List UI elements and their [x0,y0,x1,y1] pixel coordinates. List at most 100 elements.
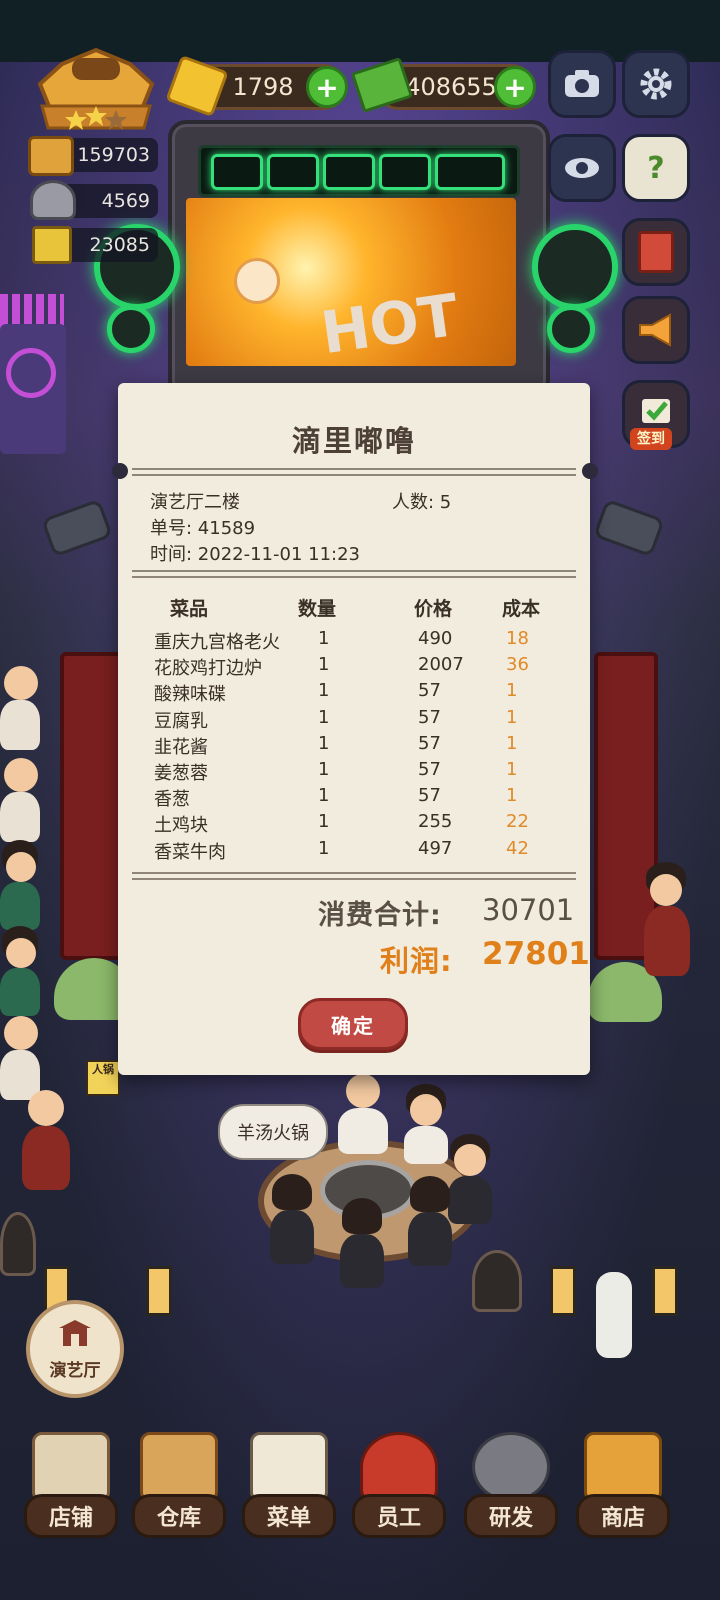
customer[interactable] [0,752,40,842]
item-cost: 1 [506,680,518,701]
item-price: 497 [418,838,453,859]
customer[interactable] [268,1174,316,1264]
customer[interactable] [406,1176,454,1266]
location-label: 演艺厅二楼 [150,492,240,513]
receipt-item-row: 姜葱蓉 1 57 1 [150,759,550,785]
customer[interactable] [0,926,40,1016]
ticket-icon [32,226,72,264]
led-counter [198,145,520,197]
item-price: 57 [418,733,441,754]
lamp [652,1266,678,1316]
guest-count-value: 5 [439,492,452,513]
help-book-button[interactable]: ? [622,134,690,202]
settings-button[interactable] [622,50,690,118]
customer[interactable] [0,660,40,750]
receipt-item-row: 土鸡块 1 255 22 [150,811,550,837]
receipt-item-row: 韭花酱 1 57 1 [150,733,550,759]
chef-rank-badge[interactable] [32,44,160,134]
item-cost: 1 [506,733,518,754]
question-book-icon: ? [647,150,665,186]
item-qty: 1 [318,838,330,859]
item-price: 57 [418,680,441,701]
item-name: 重庆九宫格老火 [154,632,280,653]
receipt-notch [112,463,128,479]
nav-warehouse[interactable]: 仓库 [128,1428,226,1538]
led-digit [379,154,431,190]
nav-label: 仓库 [132,1494,226,1538]
storefront-icon [32,1432,110,1502]
add-cash-button[interactable]: + [494,66,536,108]
item-cost: 1 [506,759,518,780]
item-price: 57 [418,707,441,728]
add-gems-button[interactable]: + [306,66,348,108]
led-digit [435,154,505,190]
clipboard-icon [250,1432,328,1502]
speech-bubble: 羊汤火锅 [218,1104,328,1160]
receipt-item-row: 重庆九宫格老火 1 490 18 [150,628,550,654]
location-button[interactable] [26,1300,124,1398]
play-screen-left [0,324,66,454]
order-number-value: 41589 [197,518,256,539]
nav-shop[interactable]: 店铺 [20,1428,118,1538]
column-header-qty: 数量 [298,598,337,620]
item-price: 2007 [418,654,464,675]
recipe-book-button[interactable] [622,218,690,286]
nav-label: 员工 [352,1494,446,1538]
item-cost: 1 [506,785,518,806]
chef-icon [360,1432,438,1502]
customer[interactable] [0,840,40,930]
order-time-value: 2022-11-01 11:23 [197,544,360,565]
waiter[interactable] [16,1090,74,1190]
item-price: 255 [418,811,453,832]
cash-counter[interactable]: 408655 + [350,56,536,114]
receipt-title: 滴里嘟噜 [291,424,416,458]
nav-menu[interactable]: 菜单 [238,1428,336,1538]
order-number: 单号: 41589 [150,518,256,539]
confirm-button[interactable]: 确定 [298,998,408,1050]
order-time: 时间: 2022-11-01 11:23 [150,544,360,565]
total-label: 消费合计: [318,900,442,931]
sign-in-label: 签到 [630,428,672,450]
item-name: 香葱 [154,789,190,810]
stat-row: 159703 [60,138,158,172]
item-qty: 1 [318,628,330,649]
customer[interactable] [402,1084,450,1164]
nav-staff[interactable]: 员工 [348,1428,446,1538]
gem-counter[interactable]: 1798 + [165,54,348,118]
customer[interactable] [336,1074,390,1154]
view-button[interactable] [548,134,616,202]
stool [472,1250,522,1312]
item-price: 490 [418,628,453,649]
customer[interactable] [338,1198,386,1288]
column-header-price: 价格 [414,598,453,620]
stool [0,1212,36,1276]
item-name: 姜葱蓉 [154,763,208,784]
item-name: 豆腐乳 [154,711,208,732]
wok-icon [472,1432,550,1502]
building-icon [59,1320,91,1346]
column-header-cost: 成本 [502,598,541,620]
item-qty: 1 [318,785,330,806]
boxes-icon [140,1432,218,1502]
order-time-label: 时间 [150,544,186,565]
customer[interactable] [0,1010,40,1100]
item-name: 韭花酱 [154,737,208,758]
item-qty: 1 [318,759,330,780]
camera-button[interactable] [548,50,616,118]
profit-value: 27801 [482,936,590,972]
vase [596,1272,632,1358]
waitress[interactable] [642,862,692,982]
item-qty: 1 [318,811,330,832]
item-cost: 1 [506,707,518,728]
item-name: 酸辣味碟 [154,684,226,705]
item-cost: 22 [506,811,529,832]
total-value: 30701 [482,893,575,927]
item-price: 57 [418,759,441,780]
nav-store[interactable]: 商店 [572,1428,670,1538]
stat-row: 23085 [60,228,158,262]
checklist-icon [642,399,670,423]
announcement-button[interactable] [622,296,690,364]
column-header-dish: 菜品 [170,598,209,620]
megaphone-icon [639,313,671,347]
nav-research[interactable]: 研发 [460,1428,558,1538]
